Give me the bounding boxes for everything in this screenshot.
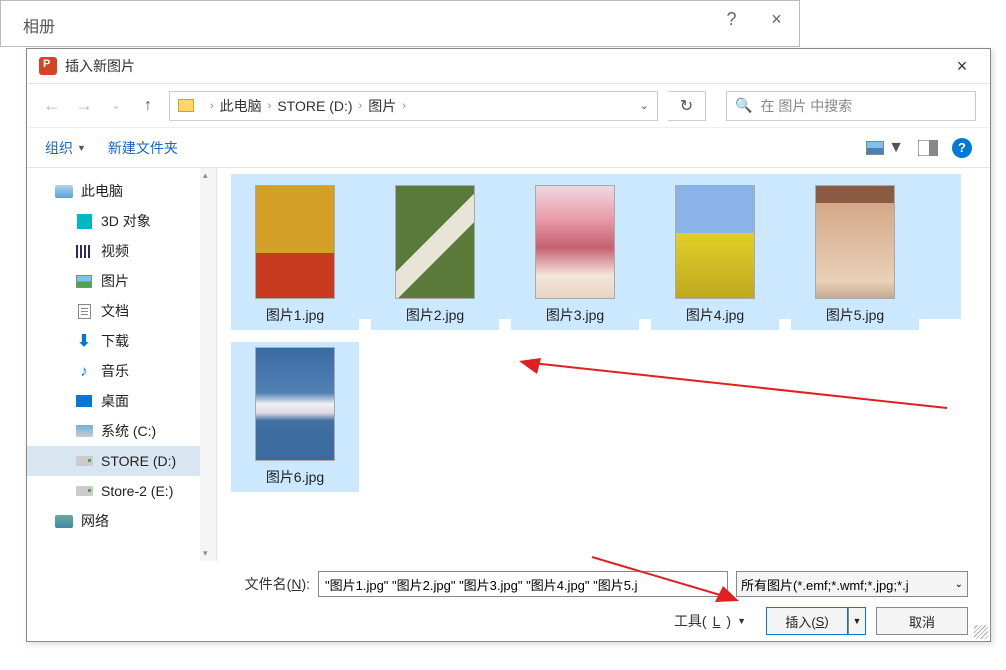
sidebar-documents[interactable]: 文档 [27,296,216,326]
file-item[interactable]: 图片3.jpg [511,180,639,330]
parent-close-button[interactable]: × [754,1,799,37]
file-thumbnail [535,185,615,299]
organize-menu[interactable]: 组织▼ [45,138,86,158]
search-input[interactable]: 🔍 在 图片 中搜索 [726,91,976,121]
file-name-label: 图片5.jpg [796,305,914,325]
chevron-right-icon: › [402,100,406,112]
filename-input[interactable] [318,571,728,597]
breadcrumb[interactable]: › 此电脑 › STORE (D:) › 图片 › ⌄ [169,91,658,121]
tools-menu[interactable]: 工具(L) ▼ [674,611,746,631]
navigation-bar: ← → ⌄ ↑ › 此电脑 › STORE (D:) › 图片 › ⌄ ↻ 🔍 … [27,84,990,128]
sidebar-pictures[interactable]: 图片 [27,266,216,296]
video-icon [76,245,92,258]
picture-icon [76,275,92,288]
body-area: 此电脑 3D 对象 视频 图片 文档 ⬇ 下载 [27,168,990,561]
cancel-button[interactable]: 取消 [876,607,968,635]
chevron-right-icon: › [210,100,214,112]
file-item[interactable]: 图片4.jpg [651,180,779,330]
new-folder-button[interactable]: 新建文件夹 [108,138,178,158]
sidebar-desktop[interactable]: 桌面 [27,386,216,416]
sidebar-music[interactable]: ♪ 音乐 [27,356,216,386]
file-name-label: 图片3.jpg [516,305,634,325]
parent-title: 相册 [1,1,799,37]
dialog-footer: 文件名(N): 所有图片(*.emf;*.wmf;*.jpg;*.j ⌄ 工具(… [27,561,990,641]
music-icon: ♪ [80,363,88,380]
titlebar: 插入新图片 × [27,49,990,84]
chevron-right-icon: › [359,100,363,112]
breadcrumb-dropdown[interactable]: ⌄ [640,99,649,112]
sidebar-3d-objects[interactable]: 3D 对象 [27,206,216,236]
document-icon [78,304,91,319]
file-item[interactable]: 图片5.jpg [791,180,919,330]
caret-down-icon: ▼ [77,143,86,153]
file-name-label: 图片4.jpg [656,305,774,325]
sidebar-drive-c[interactable]: 系统 (C:) [27,416,216,446]
preview-pane-button[interactable] [918,140,938,156]
file-item[interactable]: 图片1.jpg [231,180,359,330]
view-mode-button[interactable]: ▼ [866,139,904,157]
navigation-sidebar: 此电脑 3D 对象 视频 图片 文档 ⬇ 下载 [27,168,217,561]
preview-pane-icon [918,140,938,156]
file-name-label: 图片6.jpg [236,467,354,487]
drive-icon [76,486,93,496]
resize-grip[interactable] [974,625,988,639]
file-thumbnail [395,185,475,299]
toolbar: 组织▼ 新建文件夹 ▼ ? [27,128,990,168]
download-icon: ⬇ [77,331,90,351]
sidebar-scrollbar[interactable] [200,168,216,561]
3d-icon [77,214,92,229]
thumbnail-icon [866,141,884,155]
up-button[interactable]: ↑ [137,97,159,115]
refresh-button[interactable]: ↻ [668,91,706,121]
forward-button[interactable]: → [73,95,95,116]
parent-help-button[interactable]: ? [709,1,754,37]
history-dropdown[interactable]: ⌄ [105,99,127,112]
dialog-title: 插入新图片 [65,56,942,76]
folder-icon [178,99,194,112]
refresh-icon: ↻ [680,96,693,116]
filetype-dropdown[interactable]: 所有图片(*.emf;*.wmf;*.jpg;*.j ⌄ [736,571,968,597]
file-name-label: 图片2.jpg [376,305,494,325]
file-item[interactable]: 图片6.jpg [231,342,359,492]
insert-dropdown-button[interactable]: ▼ [848,607,866,635]
file-name-label: 图片1.jpg [236,305,354,325]
search-icon: 🔍 [735,97,752,114]
file-item[interactable]: 图片2.jpg [371,180,499,330]
breadcrumb-drive[interactable]: STORE (D:) [277,98,352,114]
chevron-down-icon: ⌄ [955,579,963,590]
caret-down-icon: ▼ [737,616,746,626]
file-thumbnail [255,185,335,299]
help-button[interactable]: ? [952,138,972,158]
parent-window: 相册 ? × [0,0,800,47]
filename-label: 文件名(N): [245,574,310,594]
chevron-right-icon: › [268,100,272,112]
sidebar-this-pc[interactable]: 此电脑 [27,176,216,206]
file-open-dialog: 插入新图片 × ← → ⌄ ↑ › 此电脑 › STORE (D:) › 图片 … [26,48,991,642]
search-placeholder: 在 图片 中搜索 [760,96,852,116]
pc-icon [55,185,73,198]
sidebar-downloads[interactable]: ⬇ 下载 [27,326,216,356]
insert-button[interactable]: 插入(S) [766,607,848,635]
drive-icon [76,456,93,466]
drive-icon [76,425,93,437]
file-list-area[interactable]: 图片1.jpg 图片2.jpg 图片3.jpg 图片4.jpg 图片5.jpg [217,168,990,561]
close-button[interactable]: × [942,51,982,81]
breadcrumb-folder[interactable]: 图片 [368,96,396,116]
sidebar-network[interactable]: 网络 [27,506,216,536]
file-thumbnail [255,347,335,461]
file-thumbnail [675,185,755,299]
desktop-icon [76,395,92,407]
network-icon [55,515,73,528]
powerpoint-icon [39,57,57,75]
caret-down-icon: ▼ [888,139,904,157]
back-button[interactable]: ← [41,95,63,116]
sidebar-drive-e[interactable]: Store-2 (E:) [27,476,216,506]
file-thumbnail [815,185,895,299]
sidebar-drive-d[interactable]: STORE (D:) [27,446,216,476]
breadcrumb-root[interactable]: 此电脑 [220,96,262,116]
sidebar-videos[interactable]: 视频 [27,236,216,266]
